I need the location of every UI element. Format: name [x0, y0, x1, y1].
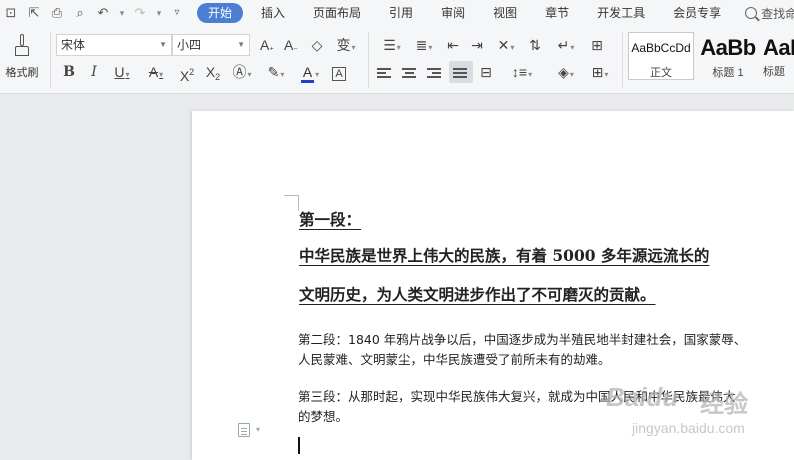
bullets-icon[interactable]: ☰▾: [378, 34, 406, 56]
tab-member[interactable]: 会员专享: [663, 3, 731, 23]
chevron-down-icon: ▼: [159, 40, 167, 49]
paragraph-layout-icon[interactable]: [238, 423, 250, 437]
ribbon-tabs: 开始 插入 页面布局 引用 审阅 视图 章节 开发工具 会员专享: [197, 3, 739, 23]
font-name-value: 宋体: [61, 38, 86, 52]
style-heading-2[interactable]: AaE 标题: [762, 32, 794, 80]
style-sample: AaBbCcDd: [631, 41, 691, 55]
align-right-icon[interactable]: [426, 61, 444, 83]
doc-paragraph-line: 的梦想。: [298, 409, 349, 424]
font-size-select[interactable]: 小四 ▼: [172, 34, 250, 56]
style-sample: AaE: [763, 35, 794, 60]
chevron-down-icon[interactable]: ▾: [256, 425, 260, 434]
customize-toolbar-icon[interactable]: ▿: [168, 4, 186, 22]
increase-font-size-icon[interactable]: A⁺: [258, 34, 276, 56]
tab-home[interactable]: 开始: [197, 3, 244, 23]
strikethrough-icon[interactable]: A▾: [142, 61, 170, 83]
chevron-down-icon: ▼: [237, 40, 245, 49]
distributed-align-icon[interactable]: ⊟: [476, 61, 496, 83]
character-border-icon[interactable]: A: [330, 61, 348, 83]
italic-icon[interactable]: I: [85, 61, 103, 83]
divider: [622, 32, 623, 88]
doc-paragraph-line: 第二段：1840 年鸦片战争以后，中国逐步成为半殖民地半封建社会，国家蒙辱、: [298, 332, 747, 347]
watermark-url: jingyan.baidu.com: [632, 420, 745, 436]
style-heading-1[interactable]: AaBb 标题 1: [696, 32, 760, 80]
line-spacing-icon[interactable]: ↕≡▾: [508, 61, 536, 83]
shading-icon[interactable]: ◈▾: [552, 61, 580, 83]
underline-icon[interactable]: U▾: [108, 61, 136, 83]
redo-dropdown-icon[interactable]: ▾: [154, 4, 164, 22]
decrease-indent-icon[interactable]: ⇤: [444, 34, 462, 56]
text-effect-icon[interactable]: Ⓐ▾: [228, 61, 256, 83]
justify-icon[interactable]: [449, 61, 473, 83]
tab-references[interactable]: 引用: [379, 3, 423, 23]
watermark-brand: Baidu: [606, 382, 679, 412]
command-search[interactable]: 查找命令、: [745, 5, 794, 22]
ribbon-home: 格式刷 宋体 ▼ 小四 ▼ A⁺ A⁻ ◇ 变▾ B I U▾ A▾ X2 X2 Ⓐ…: [0, 26, 794, 94]
superscript-icon[interactable]: X2: [176, 61, 198, 84]
search-icon: [745, 7, 758, 19]
format-painter-label: 格式刷: [5, 67, 39, 79]
divider: [50, 32, 51, 88]
redo-icon[interactable]: ↷: [131, 4, 149, 22]
sort-icon[interactable]: ⇅: [526, 34, 544, 56]
phonetic-guide-icon[interactable]: 变▾: [332, 34, 360, 56]
style-normal[interactable]: AaBbCcDd 正文: [628, 32, 694, 80]
tab-developer[interactable]: 开发工具: [587, 3, 655, 23]
increase-indent-icon[interactable]: ⇥: [468, 34, 486, 56]
format-painter-button[interactable]: 格式刷: [2, 32, 42, 88]
decrease-font-size-icon[interactable]: A⁻: [282, 34, 300, 56]
style-gallery: AaBbCcDd 正文 AaBb 标题 1 AaE 标题: [628, 32, 794, 80]
menu-bar: ⊡ ⇱ ⎙ ⌕ ↶ ▾ ↷ ▾ ▿ 开始 插入 页面布局 引用 审阅 视图 章节…: [0, 0, 794, 26]
numbering-icon[interactable]: ≣▾: [410, 34, 438, 56]
quick-access-toolbar: ⊡ ⇱ ⎙ ⌕ ↶ ▾ ↷ ▾ ▿: [0, 4, 191, 22]
bold-icon[interactable]: B: [60, 61, 78, 83]
wps-writer-window: ⊡ ⇱ ⎙ ⌕ ↶ ▾ ↷ ▾ ▿ 开始 插入 页面布局 引用 审阅 视图 章节…: [0, 0, 794, 460]
align-left-icon[interactable]: [376, 61, 394, 83]
doc-heading-line: 文明历史，为人类文明进步作出了不可磨灭的贡献。: [299, 285, 656, 304]
page-corner-mark: [284, 195, 299, 196]
text-cursor: [298, 437, 300, 454]
doc-heading-line: 中华民族是世界上伟大的民族，有着 5000 多年源远流长的: [299, 246, 710, 265]
style-name: 标题 1: [712, 67, 744, 79]
align-center-icon[interactable]: [401, 61, 419, 83]
font-size-value: 小四: [177, 38, 202, 52]
watermark-suffix: 经验: [700, 391, 748, 418]
tab-insert[interactable]: 插入: [251, 3, 295, 23]
show-hide-marks-icon[interactable]: ↵▾: [552, 34, 580, 56]
print-preview-icon[interactable]: ⌕: [71, 4, 89, 22]
clear-format-icon[interactable]: ◇: [308, 34, 326, 56]
save-icon[interactable]: ⊡: [2, 4, 20, 22]
font-name-select[interactable]: 宋体 ▼: [56, 34, 172, 56]
borders-icon[interactable]: ⊞▾: [586, 61, 614, 83]
tab-view[interactable]: 视图: [483, 3, 527, 23]
brush-icon: [12, 34, 32, 60]
highlight-icon[interactable]: ✎▾: [262, 61, 290, 83]
tab-page-layout[interactable]: 页面布局: [303, 3, 371, 23]
print-icon[interactable]: ⎙: [48, 4, 66, 22]
doc-paragraph-line: 人民蒙难、文明蒙尘，中华民族遭受了前所未有的劫难。: [298, 352, 611, 367]
doc-heading-line: 第一段：: [299, 210, 362, 229]
font-color-icon[interactable]: A ▾: [296, 61, 324, 83]
undo-icon[interactable]: ↶: [94, 4, 112, 22]
search-placeholder: 查找命令、: [761, 6, 794, 21]
chinese-layout-icon[interactable]: ✕▾: [492, 34, 520, 56]
tab-review[interactable]: 审阅: [431, 3, 475, 23]
style-name: 正文: [650, 67, 672, 79]
tab-stops-icon[interactable]: ⊞: [586, 34, 608, 56]
divider: [368, 32, 369, 88]
tab-chapter[interactable]: 章节: [535, 3, 579, 23]
export-pdf-icon[interactable]: ⇱: [25, 4, 43, 22]
subscript-icon[interactable]: X2: [202, 61, 224, 83]
style-sample: AaBb: [700, 35, 756, 60]
undo-dropdown-icon[interactable]: ▾: [117, 4, 127, 22]
style-name: 标题: [763, 66, 785, 78]
